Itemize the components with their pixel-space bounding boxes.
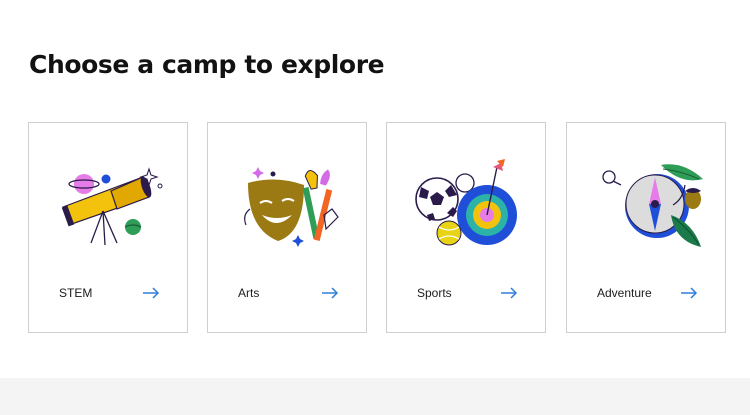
theater-mask-brushes-icon: [244, 167, 339, 247]
camp-card-stem[interactable]: STEM: [28, 122, 188, 333]
arrow-right-icon[interactable]: [142, 287, 160, 299]
arrow-right-icon[interactable]: [680, 287, 698, 299]
camp-card-sports[interactable]: Sports: [386, 122, 546, 333]
camp-card-arts[interactable]: Arts: [207, 122, 367, 333]
camp-card-adventure[interactable]: Adventure: [566, 122, 726, 333]
soccer-ball-target-icon: [415, 159, 517, 246]
camp-card-label: Adventure: [597, 286, 652, 300]
page-title: Choose a camp to explore: [29, 50, 385, 79]
compass-leaves-icon: [602, 164, 703, 247]
arrow-right-icon[interactable]: [321, 287, 339, 299]
telescope-planets-icon: [61, 167, 163, 246]
footer-band: [0, 378, 750, 415]
arrow-right-icon[interactable]: [500, 287, 518, 299]
camp-card-label: Sports: [417, 286, 452, 300]
camp-card-label: Arts: [238, 286, 260, 300]
camp-card-label: STEM: [59, 286, 93, 300]
